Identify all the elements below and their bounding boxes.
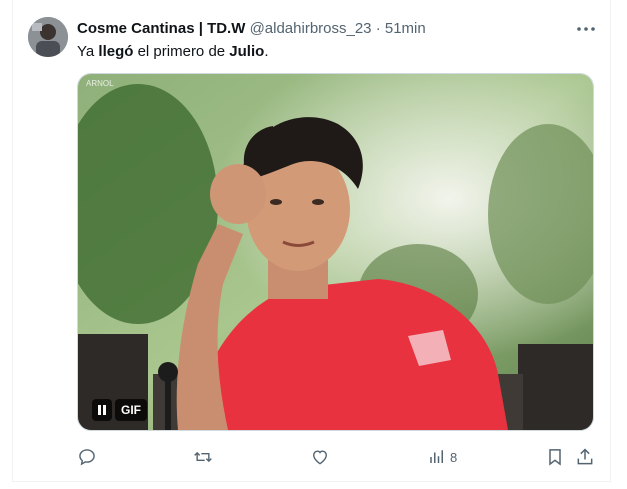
gif-media[interactable]: ARNOL [77,73,594,431]
author-name[interactable]: Cosme Cantinas | TD.W [77,20,245,37]
pause-icon [98,405,106,415]
views-icon [430,450,443,463]
separator-dot: · [375,20,381,37]
action-bar: 8 [0,445,627,469]
reply-icon [79,449,95,466]
like-icon [313,450,327,465]
gif-controls: GIF [92,399,147,421]
views-button[interactable]: 8 [428,445,457,469]
gif-badge: GIF [115,399,147,421]
text-part: Ya [77,43,99,60]
tweet-time[interactable]: 51min [385,20,426,37]
more-icon[interactable] [575,20,597,38]
tweet-header: Cosme Cantinas | TD.W @aldahirbross_23 ·… [77,20,426,38]
pause-button[interactable] [92,399,112,421]
reply-button[interactable] [77,445,97,469]
share-icon [577,448,593,465]
bookmark-button[interactable] [545,445,565,469]
text-part: el primero de [133,43,230,60]
gif-frame: ARNOL [78,74,593,430]
text-bold-llego: llegó [98,43,134,60]
views-count: 8 [450,449,458,465]
retweet-icon [194,451,212,463]
text-part: . [264,43,269,60]
share-button[interactable] [575,445,595,469]
text-bold-julio: Julio [229,43,265,60]
tweet-text: Ya llegó el primero de Julio. [77,42,268,62]
bookmark-icon [549,449,561,466]
gif-watermark: ARNOL [86,79,114,88]
author-handle[interactable]: @aldahirbross_23 [250,20,372,37]
retweet-button[interactable] [193,445,213,469]
like-button[interactable] [310,445,330,469]
avatar[interactable] [28,17,68,57]
